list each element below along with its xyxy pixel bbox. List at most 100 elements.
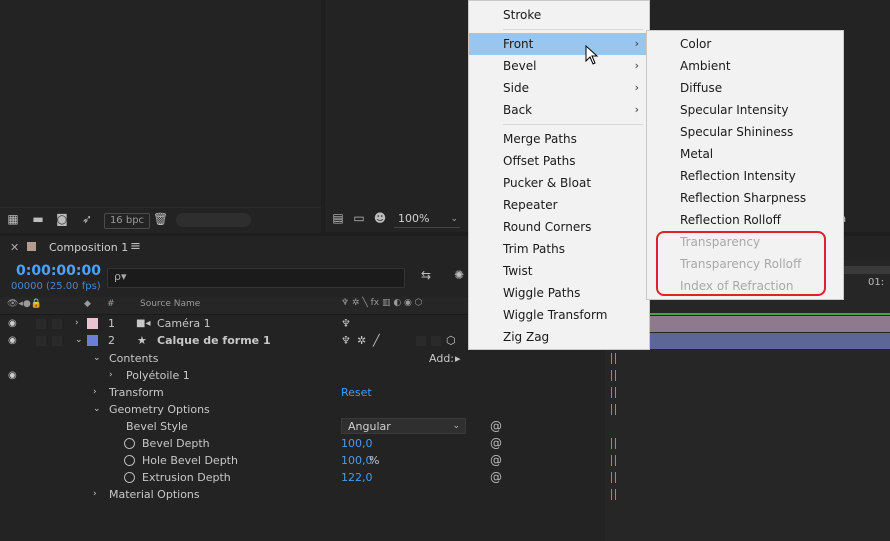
source-name-column[interactable]: Source Name — [140, 299, 200, 309]
layer-1-duration-bar[interactable] — [650, 316, 890, 332]
stopwatch-icon[interactable] — [124, 438, 135, 449]
timeline-search-input[interactable]: ρ▾ — [107, 268, 405, 288]
eye-column-icon: 👁◂●🔒 — [7, 299, 43, 309]
submenu-item-specular-intensity[interactable]: Specular Intensity — [680, 99, 789, 121]
layer-name[interactable]: Caméra 1 — [157, 315, 211, 332]
property-material-options[interactable]: › Material Options — [0, 486, 605, 503]
menu-item-twist[interactable]: Twist — [469, 260, 649, 282]
bpc-button[interactable]: 16 bpc — [104, 213, 150, 229]
close-icon[interactable]: ✕ — [10, 241, 19, 254]
lock-toggle[interactable] — [52, 319, 62, 329]
property-contents[interactable]: ⌄ Contents Add: ▸ — [0, 350, 605, 367]
submenu-item-metal[interactable]: Metal — [680, 143, 713, 165]
monitor-icon[interactable]: ▭ — [352, 212, 366, 225]
trash-icon[interactable]: 🗑 — [153, 213, 168, 226]
always-preview-icon[interactable]: ▤ — [331, 212, 345, 225]
solo-toggle[interactable] — [36, 319, 46, 329]
menu-item-pucker-bloat[interactable]: Pucker & Bloat — [469, 172, 649, 194]
extrusion-depth-value[interactable]: 122,0 — [341, 469, 373, 486]
lock-toggle[interactable] — [52, 336, 62, 346]
property-geometry-options[interactable]: ⌄ Geometry Options — [0, 401, 605, 418]
chevron-right-icon: › — [634, 81, 639, 94]
menu-item-zig-zag[interactable]: Zig Zag — [469, 326, 649, 348]
menu-item-bevel[interactable]: Bevel › — [469, 55, 649, 77]
3d-layer-icon[interactable]: ⬡ — [446, 332, 456, 349]
property-transform[interactable]: › Transform Reset — [0, 384, 605, 401]
expression-pickwhip-icon[interactable]: @ — [490, 452, 502, 469]
submenu-item-reflection-intensity[interactable]: Reflection Intensity — [680, 165, 796, 187]
adjustment-toggle[interactable] — [431, 336, 441, 346]
submenu-item-color[interactable]: Color — [680, 33, 711, 55]
stopwatch-icon[interactable] — [124, 472, 135, 483]
reset-link[interactable]: Reset — [341, 384, 372, 401]
menu-item-side[interactable]: Side › — [469, 77, 649, 99]
submenu-item-specular-shininess[interactable]: Specular Shininess — [680, 121, 793, 143]
chevron-right-icon[interactable]: › — [93, 384, 97, 401]
project-search[interactable] — [176, 213, 251, 227]
shy-switch-icon[interactable]: ♆ — [341, 315, 351, 332]
chevron-down-icon[interactable]: ⌄ — [93, 350, 101, 367]
chevron-down-icon[interactable]: ⌄ — [75, 332, 83, 349]
add-icon[interactable]: ▸ — [455, 350, 461, 367]
collapse-switch-icon[interactable]: ✲ — [357, 332, 366, 349]
submenu-item-reflection-sharpness[interactable]: Reflection Sharpness — [680, 187, 806, 209]
chevron-down-icon[interactable]: ⌄ — [93, 401, 101, 418]
solo-toggle[interactable] — [36, 336, 46, 346]
menu-item-stroke[interactable]: Stroke — [469, 4, 649, 26]
stopwatch-icon[interactable] — [124, 455, 135, 466]
menu-item-repeater[interactable]: Repeater — [469, 194, 649, 216]
layer-color-swatch[interactable] — [87, 335, 98, 346]
switches-column-icon: ♆ ✲ ╲ fx ▥ ◐ ◉ ⬡ — [341, 298, 423, 308]
chevron-right-icon[interactable]: › — [93, 486, 97, 503]
hole-bevel-depth-label: Hole Bevel Depth — [142, 454, 238, 467]
interpret-footage-icon[interactable]: ▦ — [6, 213, 20, 226]
motion-blur-toggle[interactable] — [416, 336, 426, 346]
menu-item-wiggle-paths[interactable]: Wiggle Paths — [469, 282, 649, 304]
menu-item-round-corners[interactable]: Round Corners — [469, 216, 649, 238]
composition-flowchart-icon[interactable]: ⇆ — [419, 269, 433, 282]
flowchart-icon[interactable]: ➶ — [80, 213, 94, 226]
chevron-right-icon: › — [634, 59, 639, 72]
bevel-style-value: Angular — [348, 420, 391, 433]
submenu-item-reflection-rolloff[interactable]: Reflection Rolloff — [680, 209, 781, 231]
mask-icon[interactable]: ☻ — [373, 212, 387, 225]
bevel-depth-value[interactable]: 100,0 — [341, 435, 373, 452]
chevron-right-icon[interactable]: › — [75, 315, 79, 332]
timeline-tab-title[interactable]: Composition 1 — [49, 241, 128, 254]
work-area-bar[interactable] — [650, 313, 890, 315]
property-extrusion-depth: Extrusion Depth 122,0 @ — [0, 469, 605, 486]
menu-item-merge-paths[interactable]: Merge Paths — [469, 128, 649, 150]
menu-item-wiggle-transform[interactable]: Wiggle Transform — [469, 304, 649, 326]
hole-bevel-depth-value[interactable]: 100,0 — [341, 452, 373, 469]
eye-icon[interactable]: ◉ — [8, 367, 17, 384]
layer-2-duration-bar[interactable] — [650, 333, 890, 349]
expression-pickwhip-icon[interactable]: @ — [490, 435, 502, 452]
folder-icon[interactable]: ▬ — [31, 213, 45, 226]
menu-item-back[interactable]: Back › — [469, 99, 649, 121]
geometry-options-label: Geometry Options — [109, 403, 210, 416]
menu-item-trim-paths[interactable]: Trim Paths — [469, 238, 649, 260]
keyframe-marker — [611, 370, 616, 381]
quality-switch-icon[interactable]: ╱ — [373, 332, 380, 349]
expression-pickwhip-icon[interactable]: @ — [490, 418, 502, 435]
expression-pickwhip-icon[interactable]: @ — [490, 469, 502, 486]
layer-color-swatch[interactable] — [87, 318, 98, 329]
timecode[interactable]: 0:00:00:00 — [16, 263, 101, 279]
menu-item-front[interactable]: Front › — [469, 33, 649, 55]
eye-icon[interactable]: ◉ — [8, 332, 17, 349]
submenu-item-ambient[interactable]: Ambient — [680, 55, 731, 77]
eye-icon[interactable]: ◉ — [8, 315, 17, 332]
layer-name[interactable]: Calque de forme 1 — [157, 332, 271, 349]
panel-menu-icon[interactable]: ≡ — [130, 239, 141, 254]
menu-item-offset-paths[interactable]: Offset Paths — [469, 150, 649, 172]
submenu-item-diffuse[interactable]: Diffuse — [680, 77, 722, 99]
chevron-right-icon[interactable]: › — [109, 367, 113, 384]
shy-switch-icon[interactable]: ♆ — [341, 332, 351, 349]
property-polystar[interactable]: ◉ › Polyétoile 1 — [0, 367, 605, 384]
shy-layers-icon[interactable]: ✺ — [452, 269, 466, 282]
transform-label: Transform — [109, 386, 164, 399]
bevel-style-select[interactable]: Angular ⌄ — [341, 418, 466, 434]
new-composition-icon[interactable]: ◙ — [55, 213, 69, 226]
label-column-icon: ◆ — [84, 299, 91, 309]
zoom-dropdown[interactable]: 100% ⌄ — [394, 210, 460, 228]
